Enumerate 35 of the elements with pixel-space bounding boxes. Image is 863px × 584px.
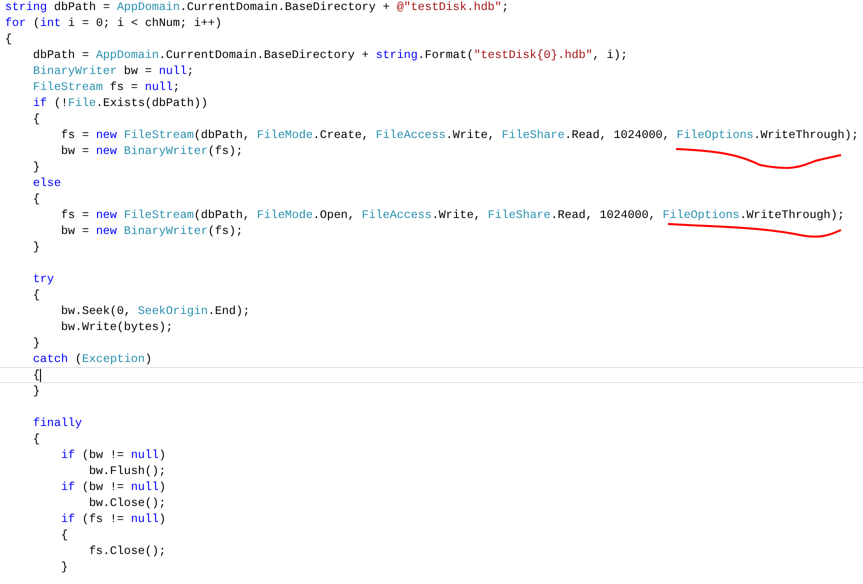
code-line: try xyxy=(32,271,54,287)
code-line: { xyxy=(32,111,40,127)
code-line: BinaryWriter bw = null; xyxy=(32,63,194,79)
code-line: { xyxy=(32,287,40,303)
code-line: if (bw != null) xyxy=(60,447,166,463)
code-line: } xyxy=(60,559,68,575)
code-line: fs.Close(); xyxy=(88,543,166,559)
code-line: string dbPath = AppDomain.CurrentDomain.BaseDirectory + @"testDisk.hdb"; xyxy=(5,0,509,15)
code-line: } xyxy=(32,383,40,399)
code-line: bw = new BinaryWriter(fs); xyxy=(60,223,243,239)
text-cursor xyxy=(40,368,41,382)
code-line: { xyxy=(32,431,40,447)
code-line: { xyxy=(60,527,68,543)
code-line: if (bw != null) xyxy=(60,479,166,495)
code-line: { xyxy=(5,31,12,47)
code-line: fs = new FileStream(dbPath, FileMode.Create, FileAccess.Write, FileShare.Read, 1024000, FileOptions.WriteThrough); xyxy=(60,127,858,143)
code-line: bw.Write(bytes); xyxy=(60,319,173,335)
code-line: for (int i = 0; i < chNum; i++) xyxy=(5,15,222,31)
code-line: bw.Seek(0, SeekOrigin.End); xyxy=(60,303,250,319)
code-line: dbPath = AppDomain.CurrentDomain.BaseDirectory + string.Format("testDisk{0}.hdb", i); xyxy=(32,47,628,63)
code-line: if (fs != null) xyxy=(60,511,166,527)
code-line: { xyxy=(32,191,40,207)
code-line: } xyxy=(32,335,40,351)
code-line: fs = new FileStream(dbPath, FileMode.Open, FileAccess.Write, FileShare.Read, 1024000, FileOptions.WriteThrough); xyxy=(60,207,844,223)
code-line: { xyxy=(32,367,40,383)
code-line: FileStream fs = null; xyxy=(32,79,180,95)
code-line: catch (Exception) xyxy=(32,351,152,367)
code-line: } xyxy=(32,159,40,175)
code-line: if (!File.Exists(dbPath)) xyxy=(32,95,208,111)
code-line: bw.Close(); xyxy=(88,495,166,511)
code-line: finally xyxy=(32,415,82,431)
code-line: } xyxy=(32,239,40,255)
code-line: bw.Flush(); xyxy=(88,463,166,479)
code-line: bw = new BinaryWriter(fs); xyxy=(60,143,243,159)
code-line: else xyxy=(32,175,61,191)
